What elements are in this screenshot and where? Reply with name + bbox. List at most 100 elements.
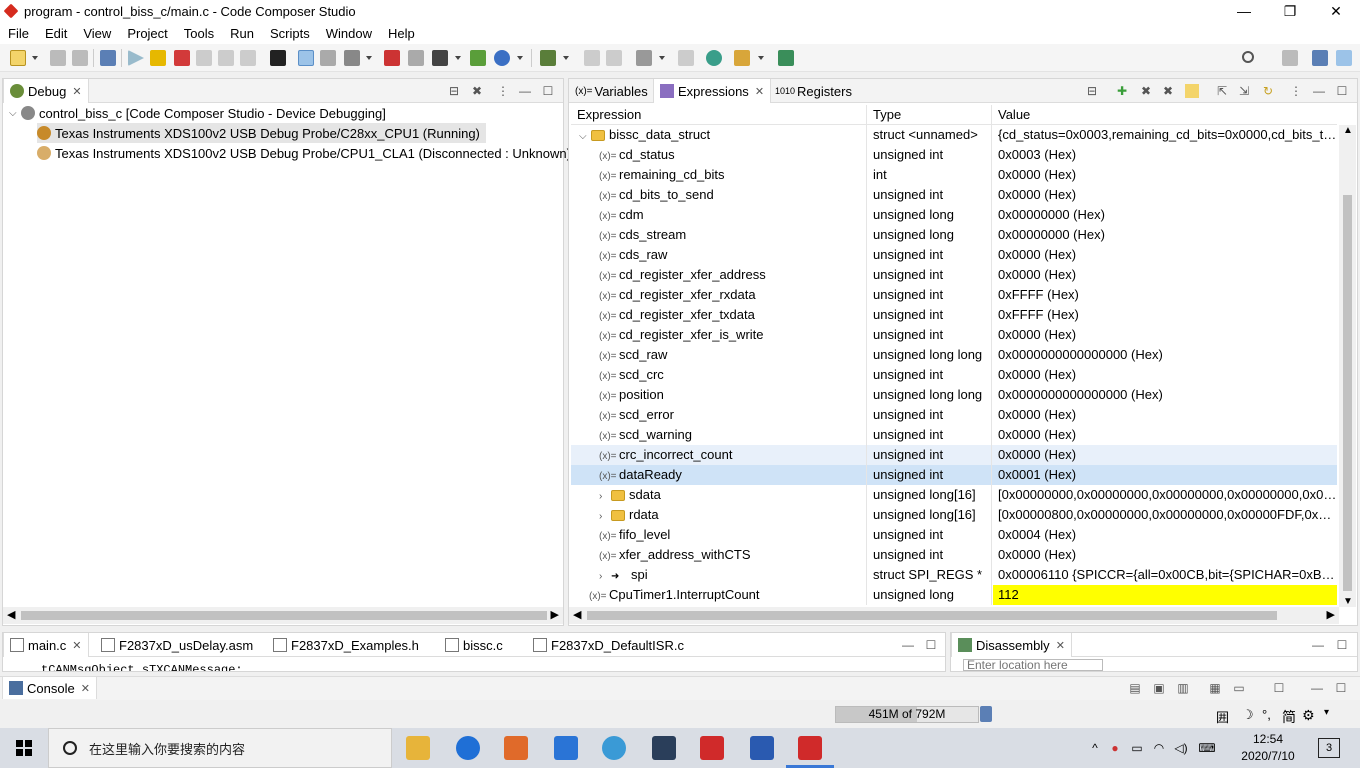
tab-usdelay-asm[interactable]: F2837xD_usDelay.asm [95,633,259,657]
external-tools-dropdown-icon[interactable] [563,56,569,60]
connect-target-icon[interactable] [298,50,314,66]
tray-wifi-icon[interactable]: ◠ [1148,741,1170,755]
heap-status[interactable]: 451M of 792M [835,706,979,723]
expression-row[interactable]: (x)= cd_register_xfer_is_write unsigned in… [571,325,1337,345]
acrobat-icon[interactable] [700,736,724,760]
debug-hscroll-thumb[interactable] [21,611,547,620]
new-icon[interactable] [10,50,26,66]
suspend-icon[interactable] [150,50,166,66]
pin-console-icon[interactable]: ▦ [1208,681,1222,695]
expression-value[interactable]: 0x0000 (Hex) [993,365,1337,385]
maximize-view-icon[interactable]: ☐ [1335,84,1349,98]
column-expression[interactable]: Expression [571,105,641,125]
expressions-hscroll-thumb[interactable] [587,611,1277,620]
expression-value[interactable]: 0x0000 (Hex) [993,265,1337,285]
minimize-view-icon[interactable]: — [1310,681,1324,695]
debug-dropdown-icon[interactable] [455,56,461,60]
pin-dropdown-icon[interactable] [758,56,764,60]
matlab-icon[interactable] [504,736,528,760]
menu-project[interactable]: Project [119,26,175,41]
expressions-vscrollbar[interactable]: ▲ ▼ [1339,125,1356,607]
expression-row[interactable]: (x)= cds_stream unsigned long 0x00000000 (H… [571,225,1337,245]
ime-punct-icon[interactable]: °, [1262,707,1271,722]
tray-battery-icon[interactable]: ▭ [1126,741,1148,755]
expression-value[interactable]: 0x0003 (Hex) [993,145,1337,165]
expression-row[interactable]: (x)= dataReady unsigned int 0x0001 (Hex) [571,465,1337,485]
ccs-edit-perspective-icon[interactable] [1336,50,1352,66]
maximize-button[interactable]: ❐ [1267,0,1313,22]
tray-network-error-icon[interactable]: ● [1104,741,1126,755]
expression-row[interactable]: (x)= cd_register_xfer_address unsigned int… [571,265,1337,285]
chevron-down-icon[interactable]: ⌵ [579,127,591,145]
garbage-collect-icon[interactable] [980,706,992,722]
expression-row[interactable]: (x)= cd_status unsigned int 0x0003 (Hex) [571,145,1337,165]
expression-value[interactable]: 0x0000 (Hex) [993,245,1337,265]
ime-settings-icon[interactable]: ⚙ [1302,707,1315,724]
pin-icon[interactable] [734,50,750,66]
expression-value[interactable]: 0x0000 (Hex) [993,445,1337,465]
expression-row[interactable]: › rdata unsigned long[16] [0x00000800,0x000… [571,505,1337,525]
build-icon[interactable] [470,50,486,66]
expression-row[interactable]: (x)= xfer_address_withCTS unsigned int 0x00… [571,545,1337,565]
taskbar-search[interactable]: 在这里输入你要搜索的内容 [48,728,392,768]
search-target-icon[interactable] [706,50,722,66]
tab-expressions[interactable]: Expressions ✕ [653,79,772,103]
close-icon[interactable]: ✕ [72,85,81,98]
chevron-down-icon[interactable]: ⌵ [9,108,21,119]
column-type[interactable]: Type [867,105,901,125]
tray-chevron-icon[interactable]: ^ [1086,741,1104,755]
terminate-icon[interactable] [174,50,190,66]
close-button[interactable]: ✕ [1313,0,1359,22]
minimize-view-icon[interactable]: — [1312,84,1326,98]
remove-breakpoints-icon[interactable] [384,50,400,66]
expression-row[interactable]: (x)= remaining_cd_bits int 0x0000 (Hex) [571,165,1337,185]
close-icon[interactable]: ✕ [72,639,81,652]
mail-icon[interactable] [554,736,578,760]
expression-value[interactable]: 0x0000000000000000 (Hex) [993,385,1337,405]
step-into-icon[interactable] [196,50,212,66]
minimize-view-icon[interactable]: — [518,84,532,98]
refresh-auto-icon[interactable] [1185,84,1199,98]
resume-icon[interactable] [128,50,144,66]
expression-value[interactable]: 0xFFFF (Hex) [993,305,1337,325]
ime-more-icon[interactable]: ▾ [1324,707,1329,718]
tab-console[interactable]: Console ✕ [2,677,97,699]
scroll-lock-icon[interactable]: ▣ [1152,681,1166,695]
navigate-back-icon[interactable] [584,50,600,66]
word-icon[interactable] [750,736,774,760]
expression-row[interactable]: (x)= scd_raw unsigned long long 0x000000000… [571,345,1337,365]
expression-row[interactable]: (x)= fifo_level unsigned int 0x0004 (Hex) [571,525,1337,545]
expression-value[interactable]: 0x0000000000000000 (Hex) [993,345,1337,365]
save-icon[interactable] [50,50,66,66]
expression-value[interactable]: {cd_status=0x0003,remaining_cd_bits=0x00… [993,125,1337,145]
expression-value[interactable]: 0x0000 (Hex) [993,165,1337,185]
expression-row[interactable]: (x)= cdm unsigned long 0x00000000 (Hex) [571,205,1337,225]
remove-expression-icon[interactable]: ✖ [1139,84,1153,98]
run-dropdown-icon[interactable] [517,56,523,60]
tray-keyboard-icon[interactable]: ⌨ [1192,741,1222,755]
expression-row[interactable]: (x)= scd_crc unsigned int 0x0000 (Hex) [571,365,1337,385]
expression-row[interactable]: (x)= CpuTimer1.InterruptCount unsigned lon… [571,585,1337,605]
terminal-icon[interactable] [678,50,694,66]
tab-variables[interactable]: (x)= Variables [569,79,654,103]
debug-thread-cla1[interactable]: Texas Instruments XDS100v2 USB Debug Pro… [37,143,571,163]
edge-icon[interactable] [456,736,480,760]
debug-session-row[interactable]: ⌵ control_biss_c [Code Composer Studio -… [9,103,386,123]
expression-row[interactable]: (x)= scd_error unsigned int 0x0000 (Hex) [571,405,1337,425]
word-wrap-icon[interactable]: ▥ [1176,681,1190,695]
expression-value[interactable]: 0x00006110 {SPICCR={all=0x00CB,bit={SPIC… [993,565,1337,585]
skip-breakpoints-icon[interactable] [408,50,424,66]
close-icon[interactable]: ✕ [1056,639,1065,652]
maximize-view-icon[interactable]: ☐ [541,84,555,98]
expression-value[interactable]: 0x0001 (Hex) [993,465,1337,485]
maximize-view-icon[interactable]: ☐ [1334,681,1348,695]
hammer-icon[interactable] [636,50,652,66]
maximize-view-icon[interactable]: ☐ [924,638,938,652]
minimize-button[interactable]: — [1221,0,1267,22]
expression-value[interactable]: 112 [993,585,1337,605]
hammer-dropdown-icon[interactable] [659,56,665,60]
menu-window[interactable]: Window [318,26,380,41]
view-menu-icon[interactable]: ⋮ [1289,84,1303,98]
debug-hscrollbar[interactable]: ◀ ▶ [3,607,563,624]
location-input[interactable] [963,659,1103,671]
